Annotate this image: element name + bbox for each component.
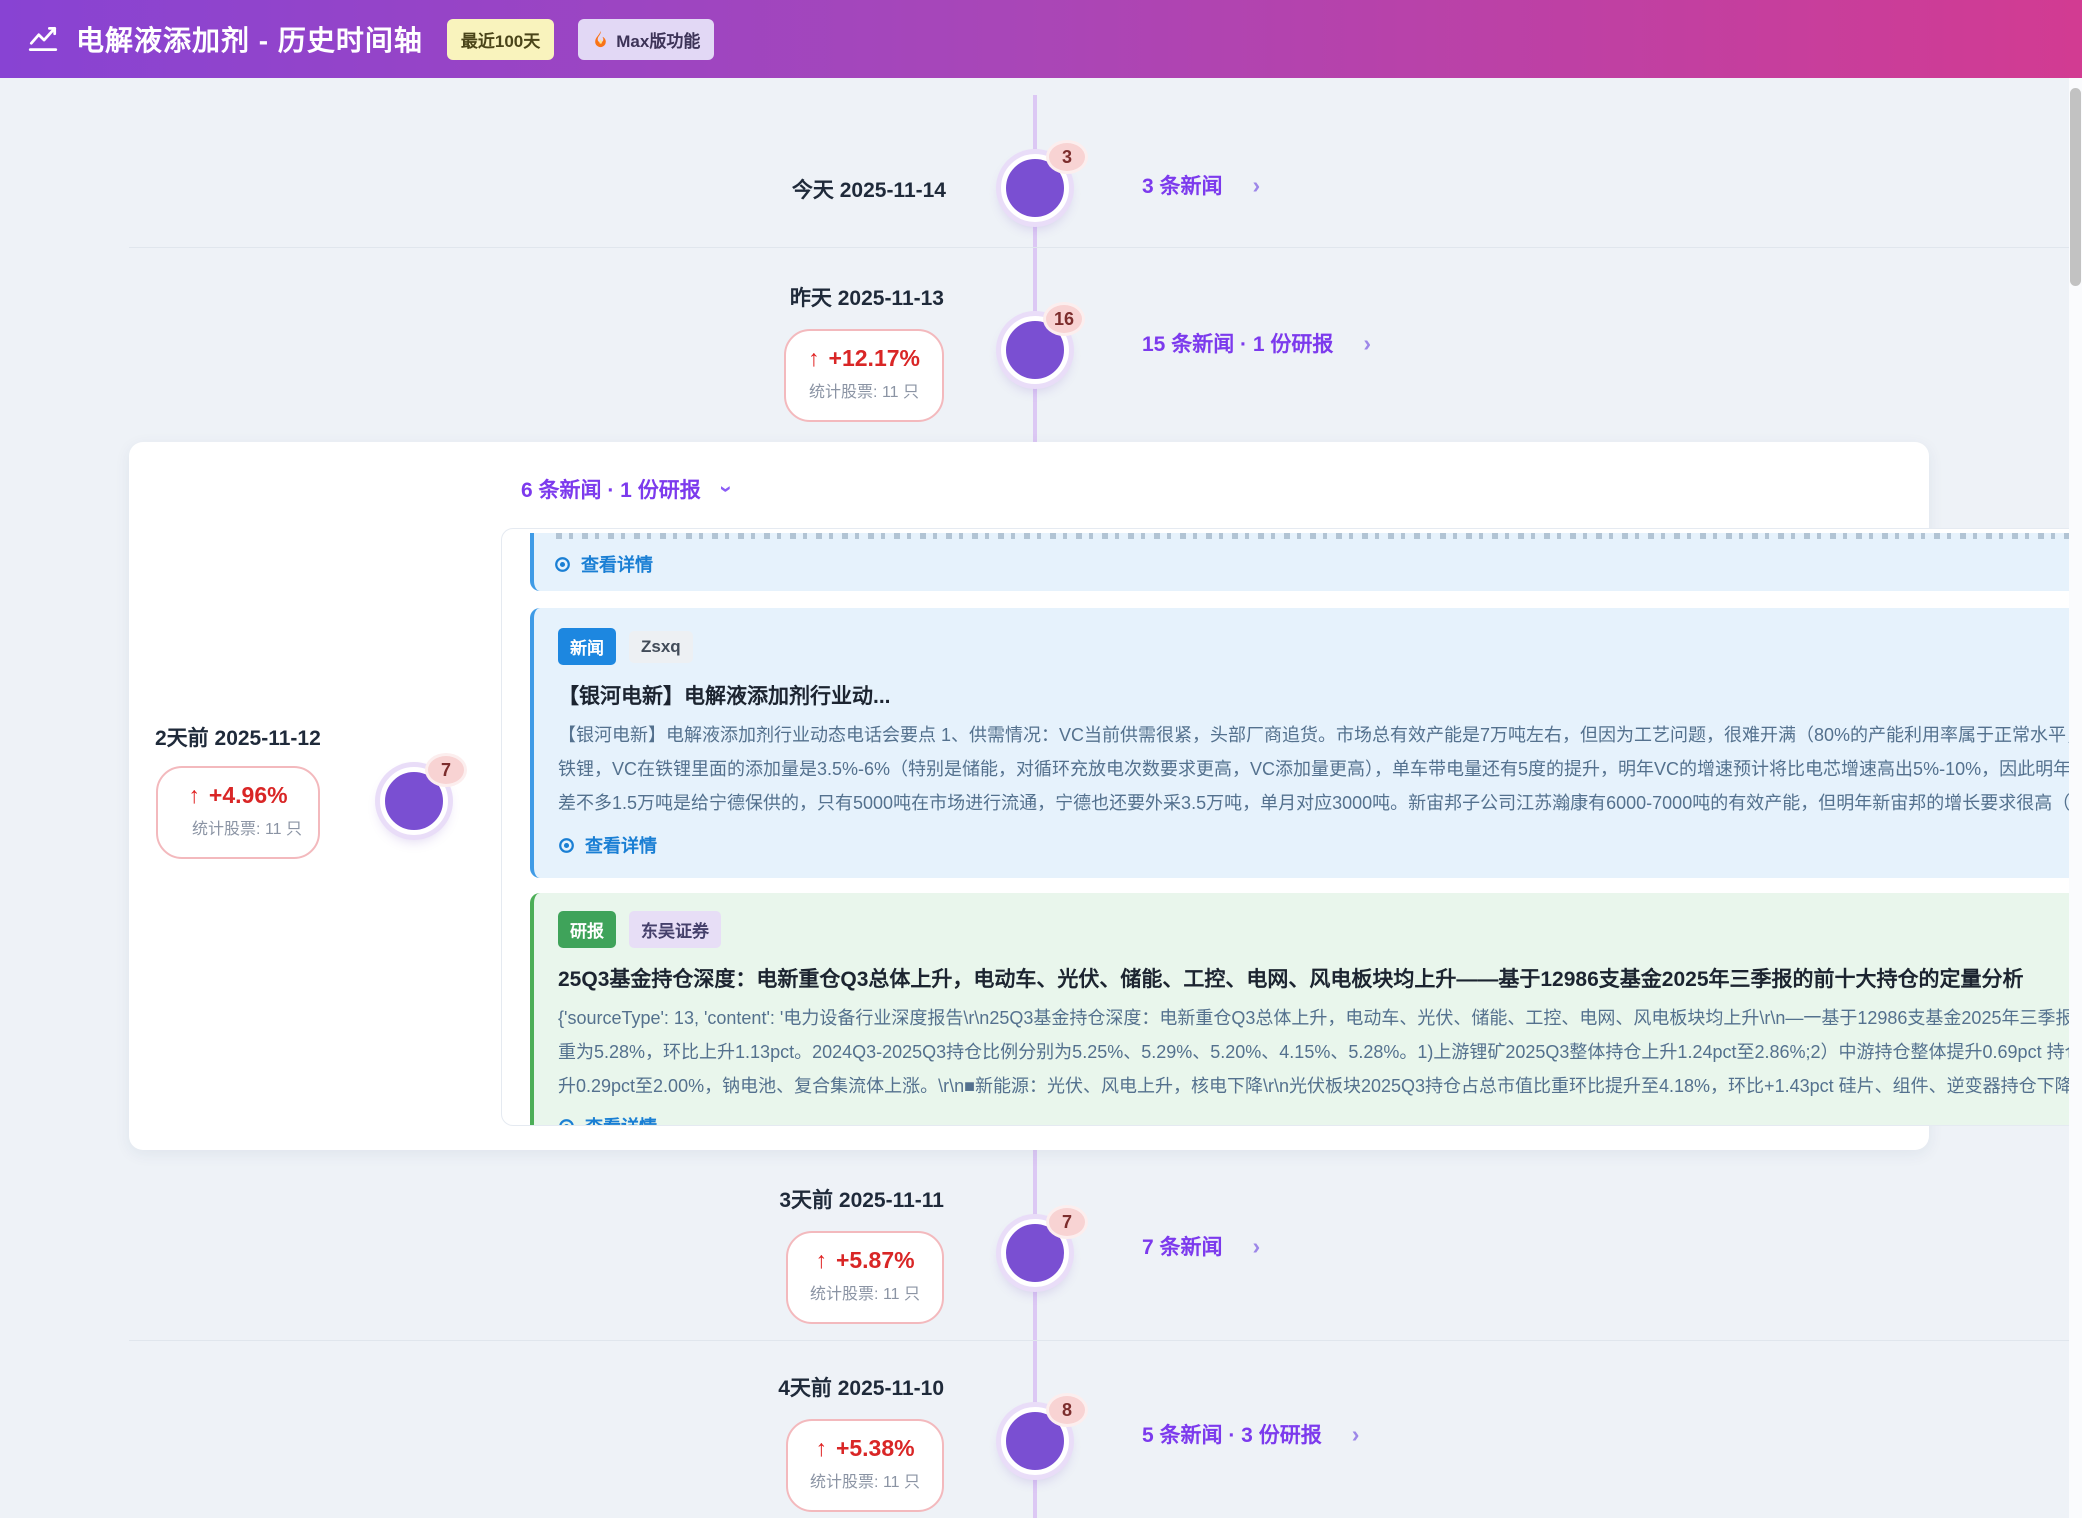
date-label: 昨天 2025-11-13 bbox=[790, 282, 944, 312]
report-body-line: {'sourceType': 13, 'content': '电力设备行业深度报… bbox=[558, 1001, 2082, 1035]
chevron-right-icon: › bbox=[1253, 172, 1261, 199]
report-card[interactable]: 研报 东吴证券 25Q3基金持仓深度：电新重仓Q3总体上升，电动车、光伏、储能、… bbox=[530, 893, 2082, 1126]
count-badge: 8 bbox=[1046, 1393, 1088, 1427]
chevron-down-icon: › bbox=[713, 485, 739, 492]
change-percent: +5.38% bbox=[836, 1435, 915, 1462]
up-arrow-icon: ↑ bbox=[188, 782, 200, 809]
date-stat-block: 3天前 2025-11-11 ↑ +5.87% 统计股票: 11 只 bbox=[779, 1184, 944, 1324]
report-body-line: 重为5.28%，环比上升1.13pct。2024Q3-2025Q3持仓比例分别为… bbox=[558, 1035, 2082, 1069]
row-divider bbox=[129, 1340, 2082, 1341]
view-detail-label: 查看详情 bbox=[585, 832, 657, 858]
count-badge: 7 bbox=[425, 753, 467, 787]
row-news-link[interactable]: 15 条新闻 · 1 份研报 › bbox=[1142, 328, 1371, 358]
eye-icon bbox=[558, 1118, 575, 1127]
price-change-pill: ↑ +5.87% 统计股票: 11 只 bbox=[786, 1231, 944, 1324]
view-detail-link[interactable]: 查看详情 bbox=[558, 1113, 2082, 1126]
source-badge: 东吴证券 bbox=[629, 911, 721, 948]
report-body-line: 升0.29pct至2.00%，钠电池、复合集流体上涨。\r\n■新能源：光伏、风… bbox=[558, 1069, 2082, 1103]
eye-icon bbox=[558, 837, 575, 854]
price-change-pill: ↑ +12.17% 统计股票: 11 只 bbox=[784, 329, 944, 422]
date-stat-block: 昨天 2025-11-13 ↑ +12.17% 统计股票: 11 只 bbox=[784, 282, 944, 422]
stocks-count: 统计股票: 11 只 bbox=[810, 1283, 920, 1308]
eye-icon bbox=[554, 556, 571, 573]
stocks-count: 统计股票: 11 只 bbox=[180, 818, 302, 843]
chevron-right-icon: › bbox=[1352, 1421, 1360, 1448]
scrollbar-track[interactable] bbox=[2069, 78, 2082, 1518]
up-arrow-icon: ↑ bbox=[815, 1435, 827, 1462]
chevron-right-icon: › bbox=[1253, 1233, 1261, 1260]
view-detail-label: 查看详情 bbox=[581, 551, 653, 577]
row-news-link[interactable]: 3 条新闻 › bbox=[1142, 170, 1260, 200]
row-news-link-label: 7 条新闻 bbox=[1142, 1231, 1223, 1261]
row-news-link[interactable]: 7 条新闻 › bbox=[1142, 1231, 1260, 1261]
date-stat-block: 4天前 2025-11-10 ↑ +5.38% 统计股票: 11 只 bbox=[778, 1372, 944, 1512]
price-change-pill: ↑ +5.38% 统计股票: 11 只 bbox=[786, 1419, 944, 1512]
view-detail-link[interactable]: 查看详情 bbox=[558, 832, 2082, 858]
range-badge-label: 最近100天 bbox=[461, 27, 540, 52]
max-feature-badge-label: Max版功能 bbox=[616, 27, 700, 52]
news-list-panel[interactable]: 查看详情 新闻 Zsxq 【银河电新】电解液添加剂行业动... 【银河电新】电解… bbox=[501, 528, 2082, 1126]
change-percent: +5.87% bbox=[836, 1247, 915, 1274]
count-badge: 3 bbox=[1046, 140, 1088, 174]
price-change-pill: ↑ +4.96% 统计股票: 11 只 bbox=[156, 766, 320, 859]
news-body-line: 差不多1.5万吨是给宁德保供的，只有5000吨在市场进行流通，宁德也还要外采3.… bbox=[558, 786, 2082, 820]
scrollbar-thumb[interactable] bbox=[2070, 88, 2081, 286]
stocks-count: 统计股票: 11 只 bbox=[810, 1471, 920, 1496]
app-header: 电解液添加剂 - 历史时间轴 最近100天 Max版功能 bbox=[0, 0, 2082, 78]
date-label: 2天前 2025-11-12 bbox=[155, 722, 321, 752]
change-percent: +4.96% bbox=[209, 782, 288, 809]
clipped-text-remnant bbox=[556, 533, 2082, 539]
up-arrow-icon: ↑ bbox=[808, 345, 820, 372]
flame-icon bbox=[592, 30, 609, 49]
chevron-right-icon: › bbox=[1363, 330, 1371, 357]
collapse-summary-link[interactable]: 6 条新闻 · 1 份研报 › bbox=[521, 474, 730, 504]
line-chart-icon bbox=[26, 22, 60, 56]
report-title[interactable]: 25Q3基金持仓深度：电新重仓Q3总体上升，电动车、光伏、储能、工控、电网、风电… bbox=[558, 963, 2082, 993]
news-title[interactable]: 【银河电新】电解液添加剂行业动... bbox=[558, 680, 2082, 710]
type-badge-report: 研报 bbox=[558, 911, 616, 948]
row-news-link-label: 15 条新闻 · 1 份研报 bbox=[1142, 328, 1333, 358]
news-body-line: 【银河电新】电解液添加剂行业动态电话会要点 1、供需情况：VC当前供需很紧，头部… bbox=[558, 718, 2082, 752]
change-percent: +12.17% bbox=[829, 345, 920, 372]
count-badge: 7 bbox=[1046, 1205, 1088, 1239]
date-label: 4天前 2025-11-10 bbox=[778, 1372, 944, 1402]
stocks-count: 统计股票: 11 只 bbox=[808, 381, 920, 406]
page-title: 电解液添加剂 - 历史时间轴 bbox=[76, 19, 423, 59]
row-news-link-label: 3 条新闻 bbox=[1142, 170, 1223, 200]
count-badge: 16 bbox=[1043, 302, 1085, 336]
type-badge-news: 新闻 bbox=[558, 628, 616, 665]
view-detail-link[interactable]: 查看详情 bbox=[554, 551, 2082, 577]
up-arrow-icon: ↑ bbox=[815, 1247, 827, 1274]
news-card-clipped[interactable]: 查看详情 bbox=[530, 533, 2082, 591]
news-card[interactable]: 新闻 Zsxq 【银河电新】电解液添加剂行业动... 【银河电新】电解液添加剂行… bbox=[530, 608, 2082, 878]
date-label: 今天 2025-11-14 bbox=[792, 174, 946, 204]
max-feature-badge: Max版功能 bbox=[578, 19, 714, 60]
range-badge: 最近100天 bbox=[447, 19, 554, 60]
news-body-line: 铁锂，VC在铁锂里面的添加量是3.5%-6%（特别是储能，对循环充放电次数要求更… bbox=[558, 752, 2082, 786]
source-badge: Zsxq bbox=[629, 631, 693, 663]
row-divider bbox=[129, 247, 2082, 248]
row-news-link-label: 5 条新闻 · 3 份研报 bbox=[1142, 1419, 1322, 1449]
collapse-summary-label: 6 条新闻 · 1 份研报 bbox=[521, 474, 701, 504]
row-news-link[interactable]: 5 条新闻 · 3 份研报 › bbox=[1142, 1419, 1359, 1449]
date-label: 3天前 2025-11-11 bbox=[779, 1184, 944, 1214]
expanded-day-card: 6 条新闻 · 1 份研报 › 2天前 2025-11-12 ↑ +4.96% … bbox=[129, 442, 1929, 1150]
view-detail-label: 查看详情 bbox=[585, 1113, 657, 1126]
